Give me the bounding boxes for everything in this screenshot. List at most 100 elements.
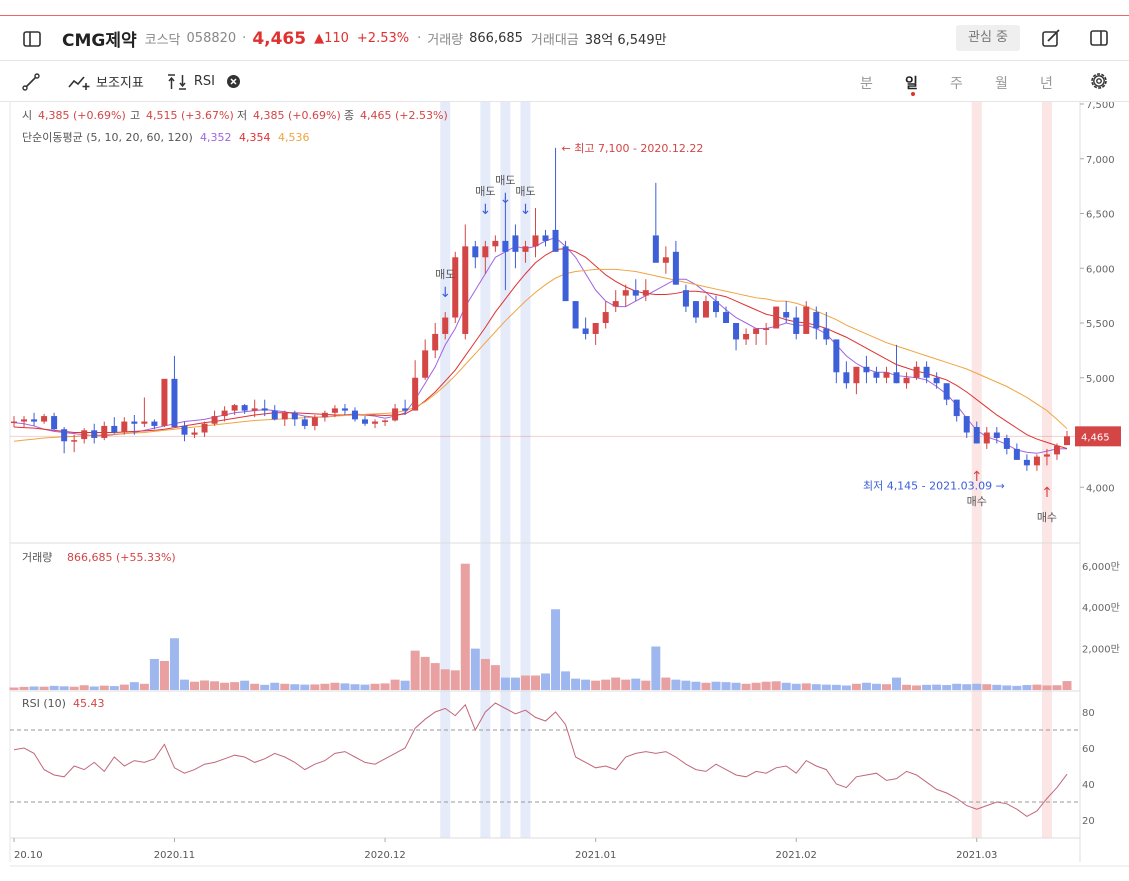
candle-body (321, 412, 328, 418)
candle-body (702, 301, 709, 318)
rsi-line (13, 702, 1068, 817)
volume-bar (591, 680, 601, 690)
ma5-value: 4,352 (200, 131, 232, 144)
drawing-tool-button[interactable] (22, 72, 46, 91)
volume-bar (390, 679, 400, 690)
volume-bar (1022, 685, 1032, 690)
interest-button[interactable]: 관심 중 (956, 25, 1020, 51)
candle-body (271, 410, 278, 420)
x-axis-label: 2020.12 (364, 850, 405, 861)
candle-body (903, 377, 910, 384)
period-day[interactable]: 일 (905, 73, 918, 93)
current-price-label: 4,465 (1081, 432, 1110, 443)
candle-body (221, 410, 228, 417)
chart-area[interactable]: ← 최고 7,100 - 2020.12.22 최저 4,145 - 2021.0… (0, 100, 1129, 877)
volume-bar (400, 680, 410, 690)
volume-bar (159, 661, 169, 690)
candle-body (522, 246, 529, 252)
edit-icon[interactable] (1041, 28, 1061, 48)
active-period-dot (911, 92, 915, 96)
candle-body (893, 372, 900, 384)
period-week[interactable]: 주 (950, 73, 963, 93)
candle-body (151, 421, 158, 426)
candle-body (592, 323, 599, 334)
volume-bar (1012, 685, 1022, 690)
volume-bar (370, 683, 380, 690)
indicator-button[interactable]: 보조지표 (68, 72, 144, 91)
period-minute[interactable]: 분 (860, 73, 873, 93)
buy-signal-label: 매수 (1037, 511, 1057, 524)
candle-body (753, 328, 760, 334)
rsi-axis-label: 20 (1082, 816, 1095, 827)
volume-bar (149, 658, 159, 690)
candle-body (773, 306, 780, 329)
sell-arrow: ↓ (439, 285, 451, 301)
volume-bar (841, 685, 851, 690)
ohlc-low-label: 저 (237, 109, 247, 122)
candle-body (41, 416, 48, 422)
candle-body (492, 240, 499, 247)
line-draw-icon (22, 72, 40, 91)
candle-body (31, 419, 38, 422)
candle-body (131, 421, 138, 424)
candle-body (422, 350, 429, 378)
candle-body (241, 405, 248, 411)
volume-panel-value: 866,685 (+55.33%) (67, 551, 176, 564)
candle-body (211, 416, 218, 424)
volume-bar (69, 686, 79, 690)
volume-bar (871, 683, 881, 690)
volume-bar (350, 684, 360, 690)
candle-body (723, 312, 730, 323)
volume-bar (99, 685, 109, 690)
candle-body (311, 417, 318, 426)
sell-signal-label: 매도 (475, 185, 495, 198)
volume-bar (922, 684, 932, 690)
candle-body (662, 257, 669, 263)
price-axis-label: 6,500 (1086, 210, 1115, 221)
close-icon[interactable] (226, 75, 240, 88)
volume-bar (581, 679, 591, 690)
period-month[interactable]: 월 (995, 73, 1008, 93)
volume-bar (1002, 685, 1012, 690)
price-axis-label: 7,500 (1086, 102, 1115, 111)
x-axis-label: 2021.01 (575, 850, 616, 861)
volume-bar (661, 677, 671, 690)
candle-body (783, 312, 790, 318)
stock-header: CMG제약 코스닥 058820 · 4,465 ▲110 +2.53% · 거… (0, 17, 1129, 61)
volume-bar (771, 681, 781, 690)
volume-bar (320, 683, 330, 690)
stock-chart[interactable]: ← 최고 7,100 - 2020.12.22 최저 4,145 - 2021.0… (0, 100, 1129, 877)
period-year[interactable]: 년 (1040, 73, 1053, 93)
volume-bar (651, 646, 661, 690)
volume-bar (982, 684, 992, 690)
candle-body (341, 408, 348, 411)
candle-body (813, 312, 820, 329)
rsi-axis-label: 60 (1082, 744, 1095, 755)
sidebar-toggle-icon[interactable] (22, 29, 42, 49)
rsi-axis-label: 40 (1082, 780, 1095, 791)
volume-bar (530, 675, 540, 690)
rsi-indicator-chip[interactable]: RSI (166, 73, 246, 91)
volume-bar (861, 682, 871, 690)
gear-icon[interactable] (1089, 71, 1109, 91)
price-axis-label: 5,500 (1086, 319, 1115, 330)
volume-bar (490, 665, 500, 690)
candle-body (402, 408, 409, 411)
rsi-axis-label: 80 (1082, 708, 1095, 719)
candle-body (11, 421, 17, 424)
ohlc-open-label: 시 (22, 109, 32, 122)
volume-bar (420, 656, 430, 690)
candle-body (472, 246, 479, 258)
panel-toggle-icon[interactable] (1089, 28, 1109, 48)
ohlc-high-label: 고 (130, 109, 140, 122)
stock-name: CMG제약 (62, 31, 137, 51)
candle-body (291, 412, 298, 420)
ohlc-high-value: 4,515 (+3.67%) (146, 109, 234, 122)
volume-bar (9, 687, 19, 690)
ma-label: 단순이동평균 (5, 10, 20, 60, 120) (22, 131, 193, 144)
volume-bar (992, 684, 1002, 690)
candle-body (61, 429, 68, 442)
ma10-value: 4,354 (239, 131, 271, 144)
candle-body (121, 421, 128, 433)
volume-bar (691, 681, 701, 690)
